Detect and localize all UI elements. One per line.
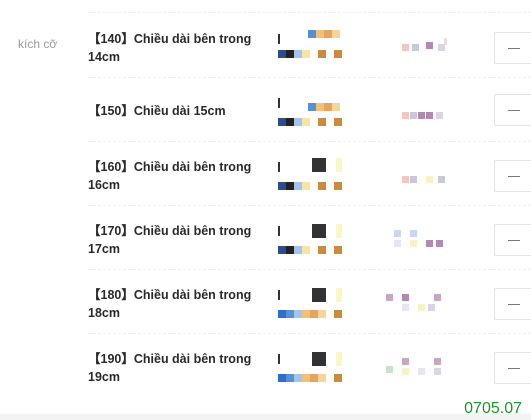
size-option-row[interactable]: 【160】Chiều dài bên trong 16cm: [88, 142, 531, 206]
size-option-name: 【170】Chiều dài bên trong 17cm: [88, 224, 252, 256]
minus-icon[interactable]: [508, 367, 520, 369]
product-swatch-thumbnail: [278, 224, 358, 256]
size-option-row[interactable]: 【190】Chiều dài bên trong 19cm: [88, 334, 531, 398]
blurred-price: [388, 34, 452, 64]
size-option-name: 【190】Chiều dài bên trong 19cm: [88, 352, 252, 384]
size-option-row[interactable]: 【140】Chiều dài bên trong 14cm: [88, 14, 531, 78]
minus-icon[interactable]: [508, 303, 520, 305]
size-option-row[interactable]: 【180】Chiều dài bên trong 18cm: [88, 270, 531, 334]
quantity-stepper[interactable]: [494, 32, 531, 64]
quantity-stepper[interactable]: [494, 352, 531, 384]
size-option-name: 【150】Chiều dài 15cm: [88, 104, 226, 118]
minus-icon[interactable]: [508, 239, 520, 241]
quantity-stepper[interactable]: [494, 224, 531, 256]
size-option-name: 【160】Chiều dài bên trong 16cm: [88, 160, 252, 192]
blurred-price: [386, 290, 452, 320]
size-option-name: 【180】Chiều dài bên trong 18cm: [88, 288, 252, 320]
blurred-price: [388, 226, 452, 256]
product-swatch-thumbnail: [278, 98, 358, 128]
top-divider: [88, 12, 531, 13]
blurred-price: [386, 354, 452, 384]
bottom-bar: [0, 414, 531, 420]
quantity-stepper[interactable]: [494, 288, 531, 320]
minus-icon[interactable]: [508, 109, 520, 111]
product-swatch-thumbnail: [278, 30, 358, 64]
quantity-stepper[interactable]: [494, 160, 531, 192]
quantity-stepper[interactable]: [494, 94, 531, 126]
product-swatch-thumbnail: [278, 352, 358, 384]
size-option-name: 【140】Chiều dài bên trong 14cm: [88, 32, 252, 64]
size-option-row[interactable]: 【150】Chiều dài 15cm: [88, 78, 531, 142]
size-section-label: kích cỡ: [18, 37, 58, 51]
minus-icon[interactable]: [508, 47, 520, 49]
size-option-row[interactable]: 【170】Chiều dài bên trong 17cm: [88, 206, 531, 270]
watermark: 0705.07: [464, 400, 522, 417]
product-swatch-thumbnail: [278, 288, 358, 320]
blurred-price: [388, 162, 452, 192]
minus-icon[interactable]: [508, 175, 520, 177]
blurred-price: [388, 98, 452, 128]
product-swatch-thumbnail: [278, 158, 358, 192]
